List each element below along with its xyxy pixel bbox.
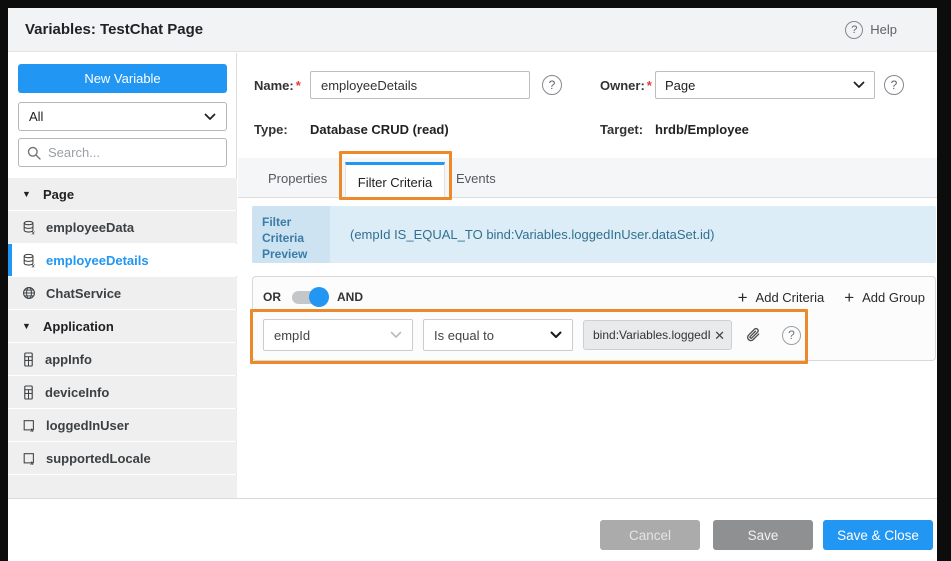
- sidebar-item-deviceinfo[interactable]: deviceInfo: [8, 376, 237, 408]
- required-mark: *: [647, 78, 652, 93]
- item-label: deviceInfo: [45, 385, 109, 400]
- save-button[interactable]: Save: [713, 520, 813, 550]
- tab-events[interactable]: Events: [456, 158, 496, 198]
- caret-down-icon: ▼: [22, 189, 34, 199]
- variable-list: ▼ Page x employeeData x employeeDetails …: [8, 178, 237, 498]
- sidebar-section-application[interactable]: ▼ Application: [8, 310, 237, 342]
- item-label: supportedLocale: [46, 451, 151, 466]
- target-value: hrdb/Employee: [655, 122, 749, 137]
- item-label: employeeData: [46, 220, 134, 235]
- close-icon[interactable]: ✕: [714, 329, 725, 342]
- search-box[interactable]: [18, 138, 227, 167]
- criteria-condition-value: Is equal to: [434, 328, 494, 343]
- bind-paperclip-icon[interactable]: [745, 327, 762, 344]
- name-help-icon[interactable]: ?: [542, 75, 562, 95]
- criteria-row: empId Is equal to bind:Variables.loggedI…: [263, 319, 801, 351]
- add-criteria-button[interactable]: + Add Criteria: [738, 289, 825, 306]
- tab-properties[interactable]: Properties: [268, 158, 327, 198]
- tab-strip: Properties Events: [238, 158, 937, 198]
- caret-down-icon: ▼: [22, 321, 34, 331]
- chevron-down-icon: [204, 113, 216, 121]
- sidebar-filler: [8, 475, 237, 498]
- chevron-down-icon: [853, 81, 865, 89]
- toggle-knob: [309, 287, 329, 307]
- globe-icon: [22, 286, 36, 300]
- help-label: Help: [870, 22, 897, 37]
- target-label: Target:: [600, 122, 643, 137]
- and-label: AND: [337, 290, 363, 304]
- plus-icon: +: [844, 289, 854, 306]
- variables-sidebar: New Variable All ▼ Page x employeeData x…: [8, 53, 237, 498]
- svg-text:x: x: [29, 460, 34, 466]
- help-button[interactable]: ? Help: [845, 21, 897, 39]
- criteria-actions: + Add Criteria + Add Group: [738, 289, 925, 306]
- tab-filter-criteria[interactable]: Filter Criteria: [345, 162, 445, 200]
- svg-text:x: x: [31, 263, 36, 268]
- sidebar-item-employeedetails[interactable]: x employeeDetails: [8, 244, 237, 276]
- database-icon: x: [22, 220, 36, 235]
- preview-value: (empId IS_EQUAL_TO bind:Variables.logged…: [330, 206, 936, 263]
- owner-select[interactable]: Page: [655, 71, 875, 99]
- add-group-label: Add Group: [862, 290, 925, 305]
- or-and-toggle[interactable]: [289, 287, 329, 307]
- owner-label: Owner:*: [600, 78, 652, 93]
- chevron-down-icon: [550, 331, 562, 339]
- criteria-panel: OR AND + Add Criteria + Add Group: [252, 276, 936, 361]
- item-label: appInfo: [45, 352, 92, 367]
- new-variable-button[interactable]: New Variable: [18, 64, 227, 93]
- search-input[interactable]: [48, 145, 218, 160]
- criteria-help-icon[interactable]: ?: [782, 326, 801, 345]
- device-icon: [22, 385, 35, 400]
- criteria-value-text: bind:Variables.loggedInU: [593, 328, 710, 342]
- variable-filter-value: All: [29, 109, 43, 124]
- owner-help-icon[interactable]: ?: [884, 75, 904, 95]
- type-label: Type:: [254, 122, 288, 137]
- database-icon: x: [22, 253, 36, 268]
- name-input[interactable]: [310, 71, 530, 99]
- search-icon: [27, 146, 41, 160]
- sidebar-item-loggedinuser[interactable]: x loggedInUser: [8, 409, 237, 441]
- criteria-value-chip[interactable]: bind:Variables.loggedInU ✕: [583, 320, 732, 350]
- name-label: Name:*: [254, 78, 301, 93]
- type-value: Database CRUD (read): [310, 122, 449, 137]
- filter-criteria-preview: Filter Criteria Preview (empId IS_EQUAL_…: [252, 206, 936, 263]
- sidebar-item-appinfo[interactable]: appInfo: [8, 343, 237, 375]
- criteria-condition-select[interactable]: Is equal to: [423, 319, 573, 351]
- help-icon: ?: [845, 21, 863, 39]
- cancel-button[interactable]: Cancel: [600, 520, 700, 550]
- owner-value: Page: [665, 78, 695, 93]
- sidebar-item-employeedata[interactable]: x employeeData: [8, 211, 237, 243]
- page-title: Variables: TestChat Page: [25, 21, 203, 38]
- add-criteria-label: Add Criteria: [756, 290, 825, 305]
- static-variable-icon: x: [22, 451, 36, 466]
- variable-filter-select[interactable]: All: [18, 102, 227, 131]
- item-label: ChatService: [46, 286, 121, 301]
- item-label: loggedInUser: [46, 418, 129, 433]
- required-mark: *: [296, 78, 301, 93]
- item-label: employeeDetails: [46, 253, 149, 268]
- criteria-field-value: empId: [274, 328, 310, 343]
- add-group-button[interactable]: + Add Group: [844, 289, 925, 306]
- preview-label: Filter Criteria Preview: [252, 206, 330, 263]
- dialog-footer: Cancel Save Save & Close: [8, 498, 937, 561]
- svg-text:x: x: [31, 230, 36, 235]
- dialog-header: Variables: TestChat Page ? Help: [8, 8, 937, 52]
- static-variable-icon: x: [22, 418, 36, 433]
- chevron-down-icon: [390, 331, 402, 339]
- svg-text:x: x: [29, 427, 34, 433]
- plus-icon: +: [738, 289, 748, 306]
- or-label: OR: [263, 290, 281, 304]
- section-label: Application: [43, 319, 114, 334]
- variable-detail-panel: Name:* ? Owner:* Page ? Type: Database C…: [238, 53, 937, 498]
- sidebar-item-chatservice[interactable]: ChatService: [8, 277, 237, 309]
- sidebar-item-supportedlocale[interactable]: x supportedLocale: [8, 442, 237, 474]
- save-and-close-button[interactable]: Save & Close: [823, 520, 933, 550]
- variables-dialog: Variables: TestChat Page ? Help New Vari…: [8, 8, 937, 561]
- criteria-panel-toolbar: OR AND + Add Criteria + Add Group: [263, 285, 925, 309]
- criteria-field-select[interactable]: empId: [263, 319, 413, 351]
- device-icon: [22, 352, 35, 367]
- sidebar-section-page[interactable]: ▼ Page: [8, 178, 237, 210]
- section-label: Page: [43, 187, 74, 202]
